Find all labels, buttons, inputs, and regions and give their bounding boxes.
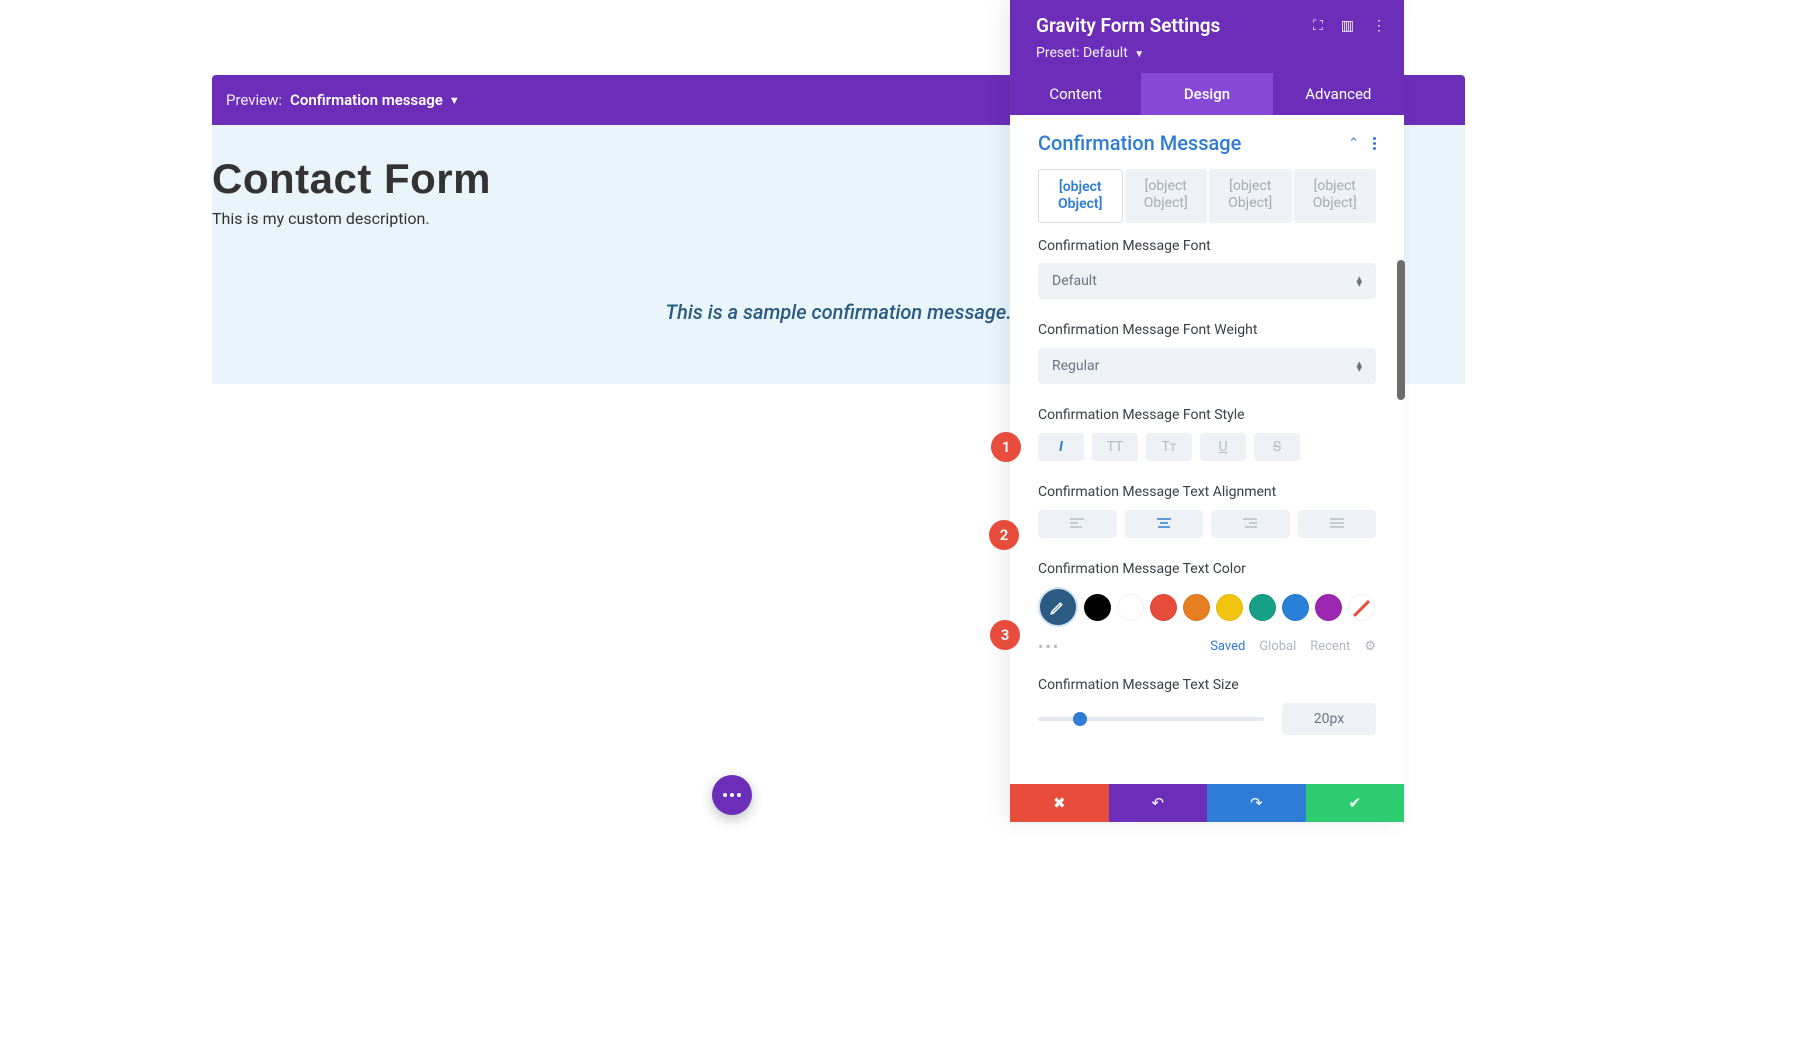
scrollbar[interactable] [1397,260,1405,400]
redo-button[interactable]: ↷ [1207,784,1306,822]
sub-tab-3[interactable]: [object Object] [1294,169,1377,223]
marker-2: 2 [989,520,1019,550]
align-label: Confirmation Message Text Alignment [1038,483,1376,502]
marker-1: 1 [991,432,1021,462]
tab-content[interactable]: Content [1010,73,1141,115]
save-button[interactable]: ✔ [1306,784,1405,822]
font-value: Default [1052,273,1097,289]
preset-label: Preset: [1036,45,1080,61]
preset-value: Default [1083,45,1128,61]
settings-panel: Gravity Form Settings ⛶ ▥ ⋮ Preset: Defa… [1010,0,1404,822]
fab-more-button[interactable] [712,775,752,815]
color-red[interactable] [1150,594,1177,621]
color-swatches [1038,587,1376,627]
color-orange[interactable] [1183,594,1210,621]
cancel-button[interactable]: ✖ [1010,784,1109,822]
preview-label: Preview: [226,91,282,109]
weight-label: Confirmation Message Font Weight [1038,321,1376,340]
align-justify-button[interactable] [1298,510,1377,538]
color-white[interactable] [1117,594,1144,621]
expand-icon[interactable]: ⛶ [1313,18,1323,34]
sub-tabs: [object Object] [object Object] [object … [1038,169,1376,223]
align-left-button[interactable] [1038,510,1117,538]
panel-header: Gravity Form Settings ⛶ ▥ ⋮ Preset: Defa… [1010,0,1404,73]
align-right-button[interactable] [1211,510,1290,538]
size-slider[interactable] [1038,717,1264,721]
font-style-buttons: I TT Tт U S [1038,433,1376,461]
colors-recent-tab[interactable]: Recent [1310,639,1350,654]
style-label: Confirmation Message Font Style [1038,406,1376,425]
caret-down-icon: ▼ [1134,49,1144,60]
font-select[interactable]: Default ▴▾ [1038,263,1376,299]
color-black[interactable] [1084,594,1111,621]
preview-value[interactable]: Confirmation message [290,91,443,109]
weight-select[interactable]: Regular ▴▾ [1038,348,1376,384]
italic-button[interactable]: I [1038,433,1084,461]
chevron-up-icon[interactable]: ⌃ [1348,136,1359,151]
select-arrows-icon: ▴▾ [1356,276,1362,287]
colors-saved-tab[interactable]: Saved [1210,639,1245,654]
panel-title: Gravity Form Settings [1036,14,1220,37]
panel-body: Confirmation Message ⌃ [object Object] [… [1010,115,1404,784]
tab-design[interactable]: Design [1141,73,1272,115]
smallcaps-button[interactable]: Tт [1146,433,1192,461]
weight-value: Regular [1052,358,1099,374]
align-center-button[interactable] [1125,510,1204,538]
caret-down-icon[interactable]: ▼ [449,94,460,107]
more-colors-icon[interactable]: ••• [1038,637,1060,656]
color-label: Confirmation Message Text Color [1038,560,1376,579]
panel-footer: ✖ ↶ ↷ ✔ [1010,784,1404,822]
color-none[interactable] [1348,594,1375,621]
strikethrough-button[interactable]: S [1254,433,1300,461]
tab-advanced[interactable]: Advanced [1273,73,1404,115]
sub-tab-2[interactable]: [object Object] [1209,169,1292,223]
sub-tab-1[interactable]: [object Object] [1125,169,1208,223]
panel-tabs: Content Design Advanced [1010,73,1404,115]
color-purple[interactable] [1315,594,1342,621]
select-arrows-icon: ▴▾ [1356,361,1362,372]
columns-icon[interactable]: ▥ [1341,18,1354,34]
underline-button[interactable]: U [1200,433,1246,461]
font-label: Confirmation Message Font [1038,237,1376,256]
section-title[interactable]: Confirmation Message [1038,131,1241,155]
colors-global-tab[interactable]: Global [1259,639,1296,654]
gear-icon[interactable]: ⚙ [1364,639,1376,654]
color-picker-button[interactable] [1038,587,1078,627]
preset-selector[interactable]: Preset: Default ▼ [1036,45,1386,61]
color-blue[interactable] [1282,594,1309,621]
marker-3: 3 [990,620,1020,650]
alignment-buttons [1038,510,1376,538]
slider-thumb[interactable] [1073,712,1087,726]
size-label: Confirmation Message Text Size [1038,676,1376,695]
sub-tab-0[interactable]: [object Object] [1038,169,1123,223]
color-teal[interactable] [1249,594,1276,621]
size-input[interactable]: 20px [1282,703,1376,735]
kebab-icon[interactable]: ⋮ [1372,18,1386,34]
undo-button[interactable]: ↶ [1109,784,1208,822]
color-yellow[interactable] [1216,594,1243,621]
kebab-icon[interactable] [1373,137,1376,150]
uppercase-button[interactable]: TT [1092,433,1138,461]
